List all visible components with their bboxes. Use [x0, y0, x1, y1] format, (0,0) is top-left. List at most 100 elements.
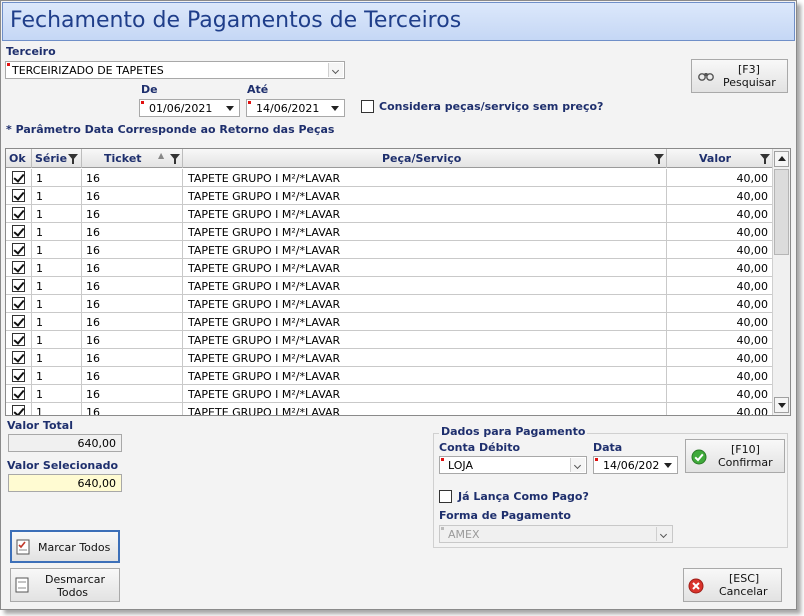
chevron-down-icon[interactable] — [570, 458, 585, 472]
filter-icon[interactable] — [68, 154, 78, 164]
cell-peca[interactable]: TAPETE GRUPO I M²/*LAVAR — [183, 169, 667, 187]
cell-serie[interactable]: 1 — [32, 169, 82, 187]
row-ok-checkbox[interactable] — [12, 279, 25, 292]
cell-valor[interactable]: 40,00 — [667, 241, 774, 259]
table-row[interactable]: 1 16 TAPETE GRUPO I M²/*LAVAR 40,00 — [6, 313, 774, 331]
chevron-down-icon[interactable] — [328, 63, 343, 77]
row-ok-checkbox[interactable] — [12, 387, 25, 400]
scroll-down-button[interactable] — [774, 397, 789, 413]
col-ticket-header[interactable]: Ticket ▲ — [82, 149, 183, 168]
cell-serie[interactable]: 1 — [32, 331, 82, 349]
col-ok-header[interactable]: Ok — [6, 149, 32, 168]
cell-peca[interactable]: TAPETE GRUPO I M²/*LAVAR — [183, 331, 667, 349]
table-row[interactable]: 1 16 TAPETE GRUPO I M²/*LAVAR 40,00 — [6, 331, 774, 349]
cell-serie[interactable]: 1 — [32, 349, 82, 367]
row-ok-checkbox[interactable] — [12, 297, 25, 310]
confirmar-button[interactable]: [F10] Confirmar — [685, 439, 785, 473]
cell-peca[interactable]: TAPETE GRUPO I M²/*LAVAR — [183, 385, 667, 403]
cell-serie[interactable]: 1 — [32, 223, 82, 241]
cell-peca[interactable]: TAPETE GRUPO I M²/*LAVAR — [183, 277, 667, 295]
cell-valor[interactable]: 40,00 — [667, 205, 774, 223]
table-row[interactable]: 1 16 TAPETE GRUPO I M²/*LAVAR 40,00 — [6, 349, 774, 367]
cell-ticket[interactable]: 16 — [82, 259, 183, 277]
date-from-picker[interactable]: 01/06/2021 — [139, 99, 240, 117]
scroll-thumb[interactable] — [774, 169, 789, 255]
cell-ticket[interactable]: 16 — [82, 205, 183, 223]
cell-serie[interactable]: 1 — [32, 277, 82, 295]
cell-valor[interactable]: 40,00 — [667, 187, 774, 205]
row-ok-checkbox[interactable] — [12, 207, 25, 220]
col-valor-header[interactable]: Valor — [667, 149, 774, 168]
data-picker[interactable]: 14/06/202 — [593, 456, 678, 474]
row-ok-checkbox[interactable] — [12, 405, 25, 415]
table-row[interactable]: 1 16 TAPETE GRUPO I M²/*LAVAR 40,00 — [6, 241, 774, 259]
table-row[interactable]: 1 16 TAPETE GRUPO I M²/*LAVAR 40,00 — [6, 205, 774, 223]
marcar-todos-button[interactable]: Marcar Todos — [10, 530, 120, 563]
cell-peca[interactable]: TAPETE GRUPO I M²/*LAVAR — [183, 259, 667, 277]
row-ok-checkbox[interactable] — [12, 243, 25, 256]
cell-ticket[interactable]: 16 — [82, 403, 183, 415]
row-ok-checkbox[interactable] — [12, 333, 25, 346]
cell-peca[interactable]: TAPETE GRUPO I M²/*LAVAR — [183, 205, 667, 223]
cell-serie[interactable]: 1 — [32, 259, 82, 277]
cell-peca[interactable]: TAPETE GRUPO I M²/*LAVAR — [183, 223, 667, 241]
cell-ticket[interactable]: 16 — [82, 223, 183, 241]
table-row[interactable]: 1 16 TAPETE GRUPO I M²/*LAVAR 40,00 — [6, 295, 774, 313]
cell-ticket[interactable]: 16 — [82, 277, 183, 295]
cell-peca[interactable]: TAPETE GRUPO I M²/*LAVAR — [183, 349, 667, 367]
cell-serie[interactable]: 1 — [32, 403, 82, 415]
cell-serie[interactable]: 1 — [32, 385, 82, 403]
cell-ticket[interactable]: 16 — [82, 367, 183, 385]
filter-icon[interactable] — [170, 154, 180, 164]
conta-debito-select[interactable]: LOJA — [439, 456, 587, 474]
cell-serie[interactable]: 1 — [32, 205, 82, 223]
cell-valor[interactable]: 40,00 — [667, 403, 774, 415]
cell-valor[interactable]: 40,00 — [667, 349, 774, 367]
table-row[interactable]: 1 16 TAPETE GRUPO I M²/*LAVAR 40,00 — [6, 169, 774, 187]
row-ok-checkbox[interactable] — [12, 369, 25, 382]
desmarcar-todos-button[interactable]: Desmarcar Todos — [10, 568, 120, 602]
filter-icon[interactable] — [760, 154, 770, 164]
calendar-dropdown-icon[interactable] — [661, 458, 676, 472]
chevron-down-icon[interactable] — [656, 527, 671, 541]
cell-peca[interactable]: TAPETE GRUPO I M²/*LAVAR — [183, 313, 667, 331]
calendar-dropdown-icon[interactable] — [223, 101, 238, 115]
cell-serie[interactable]: 1 — [32, 313, 82, 331]
cell-valor[interactable]: 40,00 — [667, 295, 774, 313]
row-ok-checkbox[interactable] — [12, 351, 25, 364]
cell-valor[interactable]: 40,00 — [667, 169, 774, 187]
cell-peca[interactable]: TAPETE GRUPO I M²/*LAVAR — [183, 187, 667, 205]
cell-peca[interactable]: TAPETE GRUPO I M²/*LAVAR — [183, 241, 667, 259]
row-ok-checkbox[interactable] — [12, 261, 25, 274]
cell-serie[interactable]: 1 — [32, 367, 82, 385]
cell-ticket[interactable]: 16 — [82, 349, 183, 367]
calendar-dropdown-icon[interactable] — [328, 101, 343, 115]
cell-ticket[interactable]: 16 — [82, 241, 183, 259]
no-price-checkbox[interactable] — [361, 100, 374, 113]
cell-ticket[interactable]: 16 — [82, 385, 183, 403]
cell-valor[interactable]: 40,00 — [667, 313, 774, 331]
col-peca-header[interactable]: Peça/Serviço — [183, 149, 667, 168]
table-row[interactable]: 1 16 TAPETE GRUPO I M²/*LAVAR 40,00 — [6, 259, 774, 277]
row-ok-checkbox[interactable] — [12, 171, 25, 184]
ja-lanca-checkbox[interactable] — [439, 490, 452, 503]
forma-pagamento-select[interactable]: AMEX — [439, 525, 673, 543]
cell-serie[interactable]: 1 — [32, 241, 82, 259]
cell-valor[interactable]: 40,00 — [667, 223, 774, 241]
table-row[interactable]: 1 16 TAPETE GRUPO I M²/*LAVAR 40,00 — [6, 403, 774, 415]
table-row[interactable]: 1 16 TAPETE GRUPO I M²/*LAVAR 40,00 — [6, 367, 774, 385]
cell-valor[interactable]: 40,00 — [667, 259, 774, 277]
cell-peca[interactable]: TAPETE GRUPO I M²/*LAVAR — [183, 295, 667, 313]
table-row[interactable]: 1 16 TAPETE GRUPO I M²/*LAVAR 40,00 — [6, 187, 774, 205]
cell-serie[interactable]: 1 — [32, 187, 82, 205]
row-ok-checkbox[interactable] — [12, 225, 25, 238]
row-ok-checkbox[interactable] — [12, 315, 25, 328]
cell-ticket[interactable]: 16 — [82, 313, 183, 331]
cell-ticket[interactable]: 16 — [82, 169, 183, 187]
cell-ticket[interactable]: 16 — [82, 331, 183, 349]
filter-icon[interactable] — [654, 154, 664, 164]
row-ok-checkbox[interactable] — [12, 189, 25, 202]
col-serie-header[interactable]: Série — [32, 149, 82, 168]
terceiro-select[interactable]: TERCEIRIZADO DE TAPETES — [5, 61, 345, 79]
grid-scrollbar[interactable] — [772, 149, 790, 415]
